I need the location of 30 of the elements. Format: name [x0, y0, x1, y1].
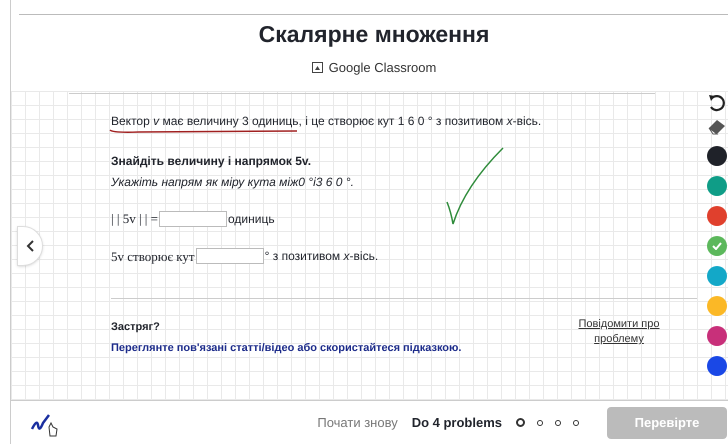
answer-label: 5v створює кут [111, 248, 195, 266]
pen-color-swatch[interactable] [707, 356, 727, 376]
check-icon [712, 242, 722, 250]
answer-field[interactable] [196, 248, 264, 264]
eraser-icon[interactable] [707, 118, 727, 136]
help-link[interactable]: Переглянте пов'язані статті/відео або скористайтеся підказкою. [111, 340, 569, 356]
progress-label: Do 4 problems [412, 414, 502, 432]
answer-unit: ° з позитивом x-вісь. [264, 248, 378, 266]
undo-icon[interactable] [707, 93, 727, 113]
answer-field[interactable] [159, 210, 227, 227]
pen-color-swatch[interactable] [707, 236, 727, 256]
answer-label: | | 5v | | = [111, 210, 158, 228]
page-title: Скалярне множення [258, 20, 490, 49]
answer-unit: одиниць [228, 210, 275, 228]
chevron-left-icon [26, 240, 34, 252]
pen-color-swatch[interactable] [707, 206, 727, 226]
pen-color-swatch[interactable] [707, 146, 727, 166]
restart-button[interactable]: Почати знову [317, 412, 398, 432]
pen-color-swatch[interactable] [707, 326, 727, 346]
task-title: Знайдіть величину і напрямок 5v. [111, 153, 312, 170]
pen-color-swatch[interactable] [707, 266, 727, 286]
report-link[interactable]: Повідомити про проблему [569, 317, 669, 356]
problem-statement: Вектор v має величину 3 одиниць, і це створює кут 1 6 0 ° з позитивом x-вісь. [111, 113, 542, 130]
classroom-icon [312, 62, 323, 73]
pen-color-swatch[interactable] [707, 176, 727, 196]
help-title: Застряг? [111, 320, 161, 335]
previous-button[interactable] [17, 226, 43, 266]
classroom-link[interactable]: Google Classroom [312, 58, 436, 77]
pen-color-swatch[interactable] [707, 296, 727, 316]
task-hint: Укажіть напрям як міру кута між0 °і3 6 0 °. [111, 174, 355, 191]
